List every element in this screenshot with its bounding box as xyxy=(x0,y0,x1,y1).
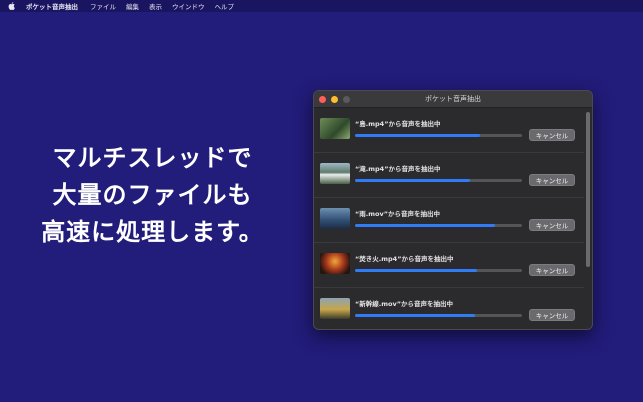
progress-bar xyxy=(355,314,522,317)
job-row: “滝.mp4”から音声を抽出中 キャンセル xyxy=(314,153,584,198)
menu-file[interactable]: ファイル xyxy=(90,1,116,11)
scrollbar[interactable] xyxy=(584,108,591,328)
menu-bar: ポケット音声抽出 ファイル 編集 表示 ウインドウ ヘルプ xyxy=(0,0,643,12)
scrollbar-thumb[interactable] xyxy=(585,112,590,267)
video-thumbnail xyxy=(320,118,350,139)
job-list: “島.mp4”から音声を抽出中 キャンセル “滝.mp4”から音声を抽出中 キャ… xyxy=(314,108,584,329)
cancel-button[interactable]: キャンセル xyxy=(529,309,575,321)
video-thumbnail xyxy=(320,253,350,274)
app-window: ポケット音声抽出 “島.mp4”から音声を抽出中 キャンセル “滝.mp4”から… xyxy=(313,90,593,330)
progress-bar xyxy=(355,224,522,227)
headline-line-3: 高速に処理します。 xyxy=(41,218,264,246)
promo-headline: マルチスレッドで 大量のファイルも 高速に処理します。 xyxy=(40,140,265,251)
menu-window[interactable]: ウインドウ xyxy=(172,1,205,11)
video-thumbnail xyxy=(320,163,350,184)
cancel-button[interactable]: キャンセル xyxy=(529,129,575,141)
job-row: “雨.mov”から音声を抽出中 キャンセル xyxy=(314,198,584,243)
progress-bar xyxy=(355,179,522,182)
menu-help[interactable]: ヘルプ xyxy=(215,1,235,11)
zoom-window-button xyxy=(343,95,350,103)
job-label: “焚き火.mp4”から音声を抽出中 xyxy=(355,255,454,263)
cancel-button[interactable]: キャンセル xyxy=(529,219,575,231)
close-window-button[interactable] xyxy=(319,95,326,103)
job-label: “新幹線.mov”から音声を抽出中 xyxy=(355,300,453,308)
headline-line-2: 大量のファイルも xyxy=(52,181,253,209)
job-label: “雨.mov”から音声を抽出中 xyxy=(355,210,440,218)
window-titlebar[interactable]: ポケット音声抽出 xyxy=(314,91,592,108)
progress-fill xyxy=(355,269,477,272)
window-title: ポケット音声抽出 xyxy=(425,95,481,103)
job-label: “島.mp4”から音声を抽出中 xyxy=(355,120,441,128)
job-row: “焚き火.mp4”から音声を抽出中 キャンセル xyxy=(314,243,584,288)
progress-fill xyxy=(355,134,481,137)
video-thumbnail xyxy=(320,298,350,319)
progress-bar xyxy=(355,269,522,272)
progress-fill xyxy=(355,314,476,317)
menu-edit[interactable]: 編集 xyxy=(126,1,139,11)
job-row: “島.mp4”から音声を抽出中 キャンセル xyxy=(314,108,584,153)
job-label: “滝.mp4”から音声を抽出中 xyxy=(355,165,441,173)
video-thumbnail xyxy=(320,208,350,229)
apple-icon[interactable] xyxy=(8,2,18,10)
cancel-button[interactable]: キャンセル xyxy=(529,174,575,186)
progress-fill xyxy=(355,179,471,182)
progress-fill xyxy=(355,224,496,227)
progress-bar xyxy=(355,134,522,137)
minimize-window-button[interactable] xyxy=(331,95,338,103)
headline-line-1: マルチスレッドで xyxy=(52,144,253,172)
menu-view[interactable]: 表示 xyxy=(149,1,162,11)
cancel-button[interactable]: キャンセル xyxy=(529,264,575,276)
job-row: “新幹線.mov”から音声を抽出中 キャンセル xyxy=(314,288,584,329)
menu-app-name[interactable]: ポケット音声抽出 xyxy=(26,1,78,11)
